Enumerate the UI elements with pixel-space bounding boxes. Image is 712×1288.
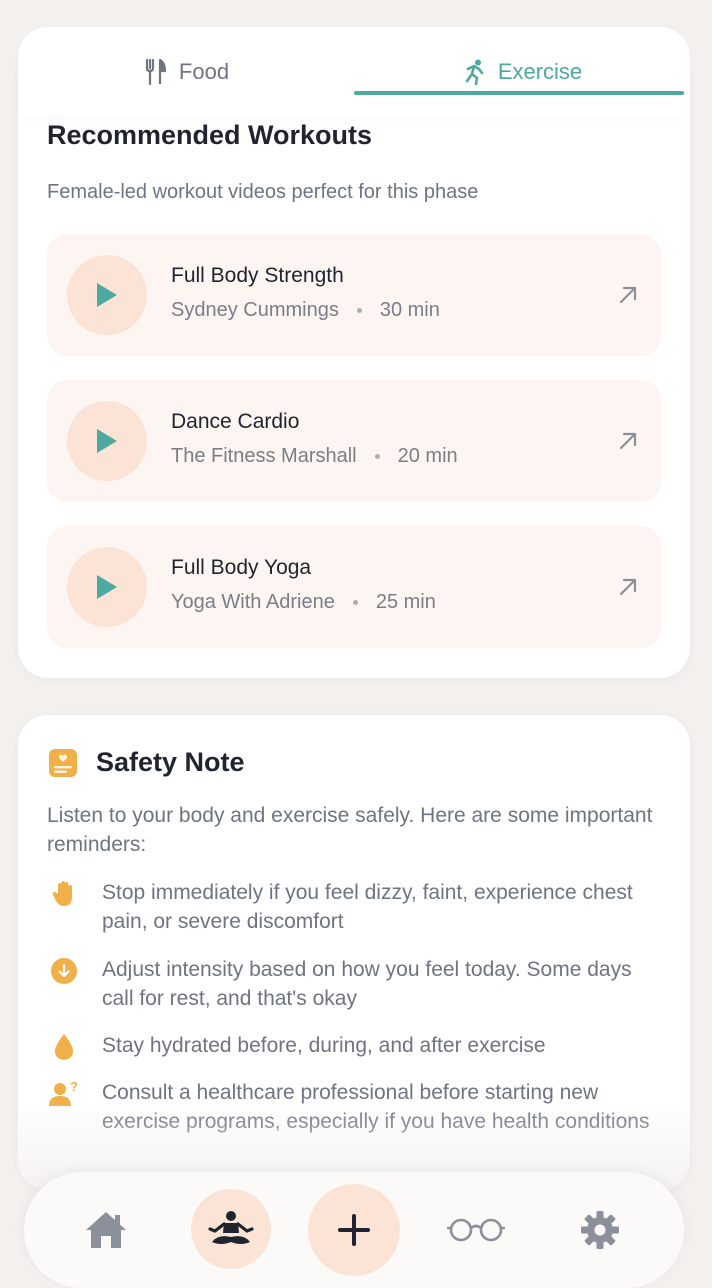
section-subtitle: Female-led workout videos perfect for th… (47, 181, 479, 203)
separator-dot (352, 600, 358, 606)
external-link-arrow-icon[interactable] (615, 282, 641, 308)
section-title: Recommended Workouts (47, 120, 373, 150)
play-button[interactable] (67, 401, 147, 481)
nav-settings-button[interactable] (570, 1200, 630, 1260)
nav-meditation-button[interactable] (191, 1189, 271, 1269)
workouts-card: Recommended Workouts Female-led workout … (18, 70, 690, 678)
glasses-icon (447, 1218, 505, 1242)
fork-knife-icon (143, 59, 169, 85)
hand-stop-icon (48, 878, 80, 936)
reminder-text: Stay hydrated before, during, and after … (102, 1034, 546, 1057)
reminder-item: ? Consult a healthcare professional befo… (48, 1078, 668, 1136)
workout-instructor: Yoga With Adriene (171, 591, 335, 613)
workout-duration: 20 min (397, 445, 458, 467)
workout-duration: 25 min (375, 591, 436, 613)
note-heart-icon (49, 748, 77, 777)
reminder-item: Adjust intensity based on how you feel t… (48, 955, 668, 1013)
home-icon (86, 1212, 126, 1248)
workout-title: Full Body Yoga (171, 556, 312, 579)
workout-instructor: The Fitness Marshall (171, 445, 357, 467)
tab-label: Food (178, 59, 230, 84)
tab-food[interactable]: Food (18, 27, 354, 117)
play-icon (97, 283, 117, 307)
safety-intro: Listen to your body and exercise safely.… (47, 804, 653, 856)
plus-icon (338, 1214, 370, 1246)
separator-dot (374, 454, 380, 460)
play-icon (97, 575, 117, 599)
safety-title: Safety Note (96, 747, 245, 777)
tab-label: Exercise (497, 59, 583, 84)
safety-note-card: Safety Note Listen to your body and exer… (18, 715, 690, 1190)
reminder-text: Consult a healthcare professional before… (102, 1081, 650, 1133)
workout-duration: 30 min (379, 299, 440, 321)
settings-gear-icon (581, 1211, 619, 1249)
workout-item[interactable]: Dance Cardio The Fitness Marshall 20 min (47, 380, 661, 502)
workout-item[interactable]: Full Body Strength Sydney Cummings 30 min (47, 234, 661, 356)
nav-home-button[interactable] (76, 1200, 136, 1260)
bottom-navigation (24, 1172, 684, 1288)
arrow-down-circle-icon (48, 955, 80, 1013)
play-button[interactable] (67, 255, 147, 335)
nav-add-button[interactable] (308, 1184, 400, 1276)
separator-dot (356, 308, 362, 314)
safety-header: Safety Note (48, 747, 245, 778)
meditation-icon (208, 1211, 254, 1244)
water-drop-icon (48, 1031, 80, 1061)
reminder-text: Stop immediately if you feel dizzy, fain… (102, 881, 633, 933)
workout-meta: Yoga With Adriene 25 min (171, 591, 436, 614)
external-link-arrow-icon[interactable] (615, 428, 641, 454)
workout-meta: Sydney Cummings 30 min (171, 299, 440, 322)
active-tab-indicator (354, 91, 684, 95)
person-question-icon: ? (48, 1078, 80, 1136)
workout-item[interactable]: Full Body Yoga Yoga With Adriene 25 min (47, 526, 661, 648)
reminder-item: Stop immediately if you feel dizzy, fain… (48, 878, 668, 936)
workout-title: Full Body Strength (171, 264, 344, 287)
play-button[interactable] (67, 547, 147, 627)
workout-meta: The Fitness Marshall 20 min (171, 445, 458, 468)
workout-instructor: Sydney Cummings (171, 299, 339, 321)
workout-title: Dance Cardio (171, 410, 300, 433)
reminder-text: Adjust intensity based on how you feel t… (102, 958, 632, 1010)
external-link-arrow-icon[interactable] (615, 574, 641, 600)
svg-text:?: ? (70, 1080, 78, 1094)
reminder-item: Stay hydrated before, during, and after … (48, 1031, 668, 1061)
play-icon (97, 429, 117, 453)
tab-bar: Food Exercise (18, 27, 690, 117)
tab-exercise[interactable]: Exercise (354, 27, 690, 117)
nav-glasses-button[interactable] (444, 1200, 508, 1260)
running-icon (462, 59, 488, 85)
